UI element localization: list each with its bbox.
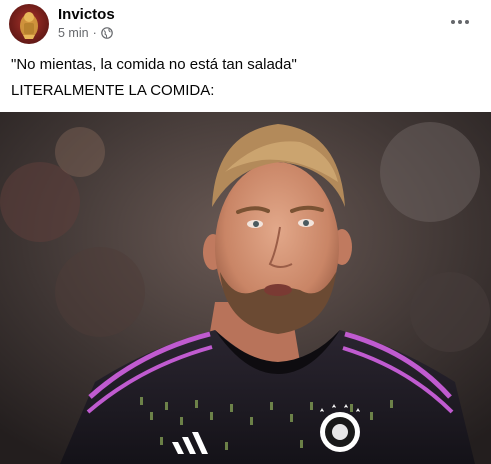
post-time[interactable]: 5 min [58,26,89,40]
page-avatar[interactable] [9,4,49,44]
more-options-icon[interactable] [446,8,474,36]
page-name[interactable]: Invictos [58,6,115,23]
post-header: Invictos 5 min · [0,0,491,48]
post-photo[interactable] [0,112,491,464]
player-photo [0,112,491,464]
meta-separator: · [92,26,97,40]
post-meta: 5 min · [58,26,113,40]
caption-line-2: LITERALMENTE LA COMIDA: [11,82,215,99]
caption-line-1: "No mientas, la comida no está tan salad… [11,56,297,73]
globe-icon[interactable] [100,27,113,39]
avatar-logo [20,12,38,39]
